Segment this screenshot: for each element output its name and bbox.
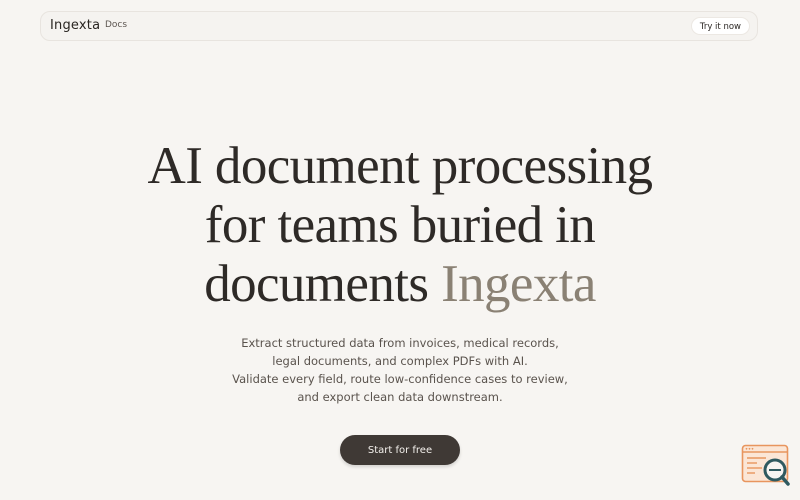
hero-subtitle-line: Extract structured data from invoices, m… [241,336,559,350]
hero-subtitle-line: Validate every field, route low-confiden… [232,372,568,386]
hero-title-accent: Ingexta [441,255,596,313]
start-for-free-button[interactable]: Start for free [340,435,460,465]
brand-logo[interactable]: Ingexta [50,18,100,33]
hero-title-line: documents Ingexta [0,255,800,314]
document-search-widget[interactable] [741,444,791,488]
nav-link-docs[interactable]: Docs [105,20,127,30]
hero-title: AI document processing for teams buried … [0,137,800,314]
hero-subtitle-line: and export clean data downstream. [297,390,503,404]
document-search-icon [741,444,790,486]
hero-title-line: for teams buried in [204,196,596,254]
hero-title-prefix: documents [204,255,429,313]
try-it-now-button[interactable]: Try it now [690,17,750,35]
top-nav-bar: Ingexta Docs Try it now [40,11,758,41]
hero-subtitle-line: legal documents, and complex PDFs with A… [272,354,528,368]
hero-title-line: AI document processing [147,137,654,195]
hero-subtitle: Extract structured data from invoices, m… [0,334,800,406]
